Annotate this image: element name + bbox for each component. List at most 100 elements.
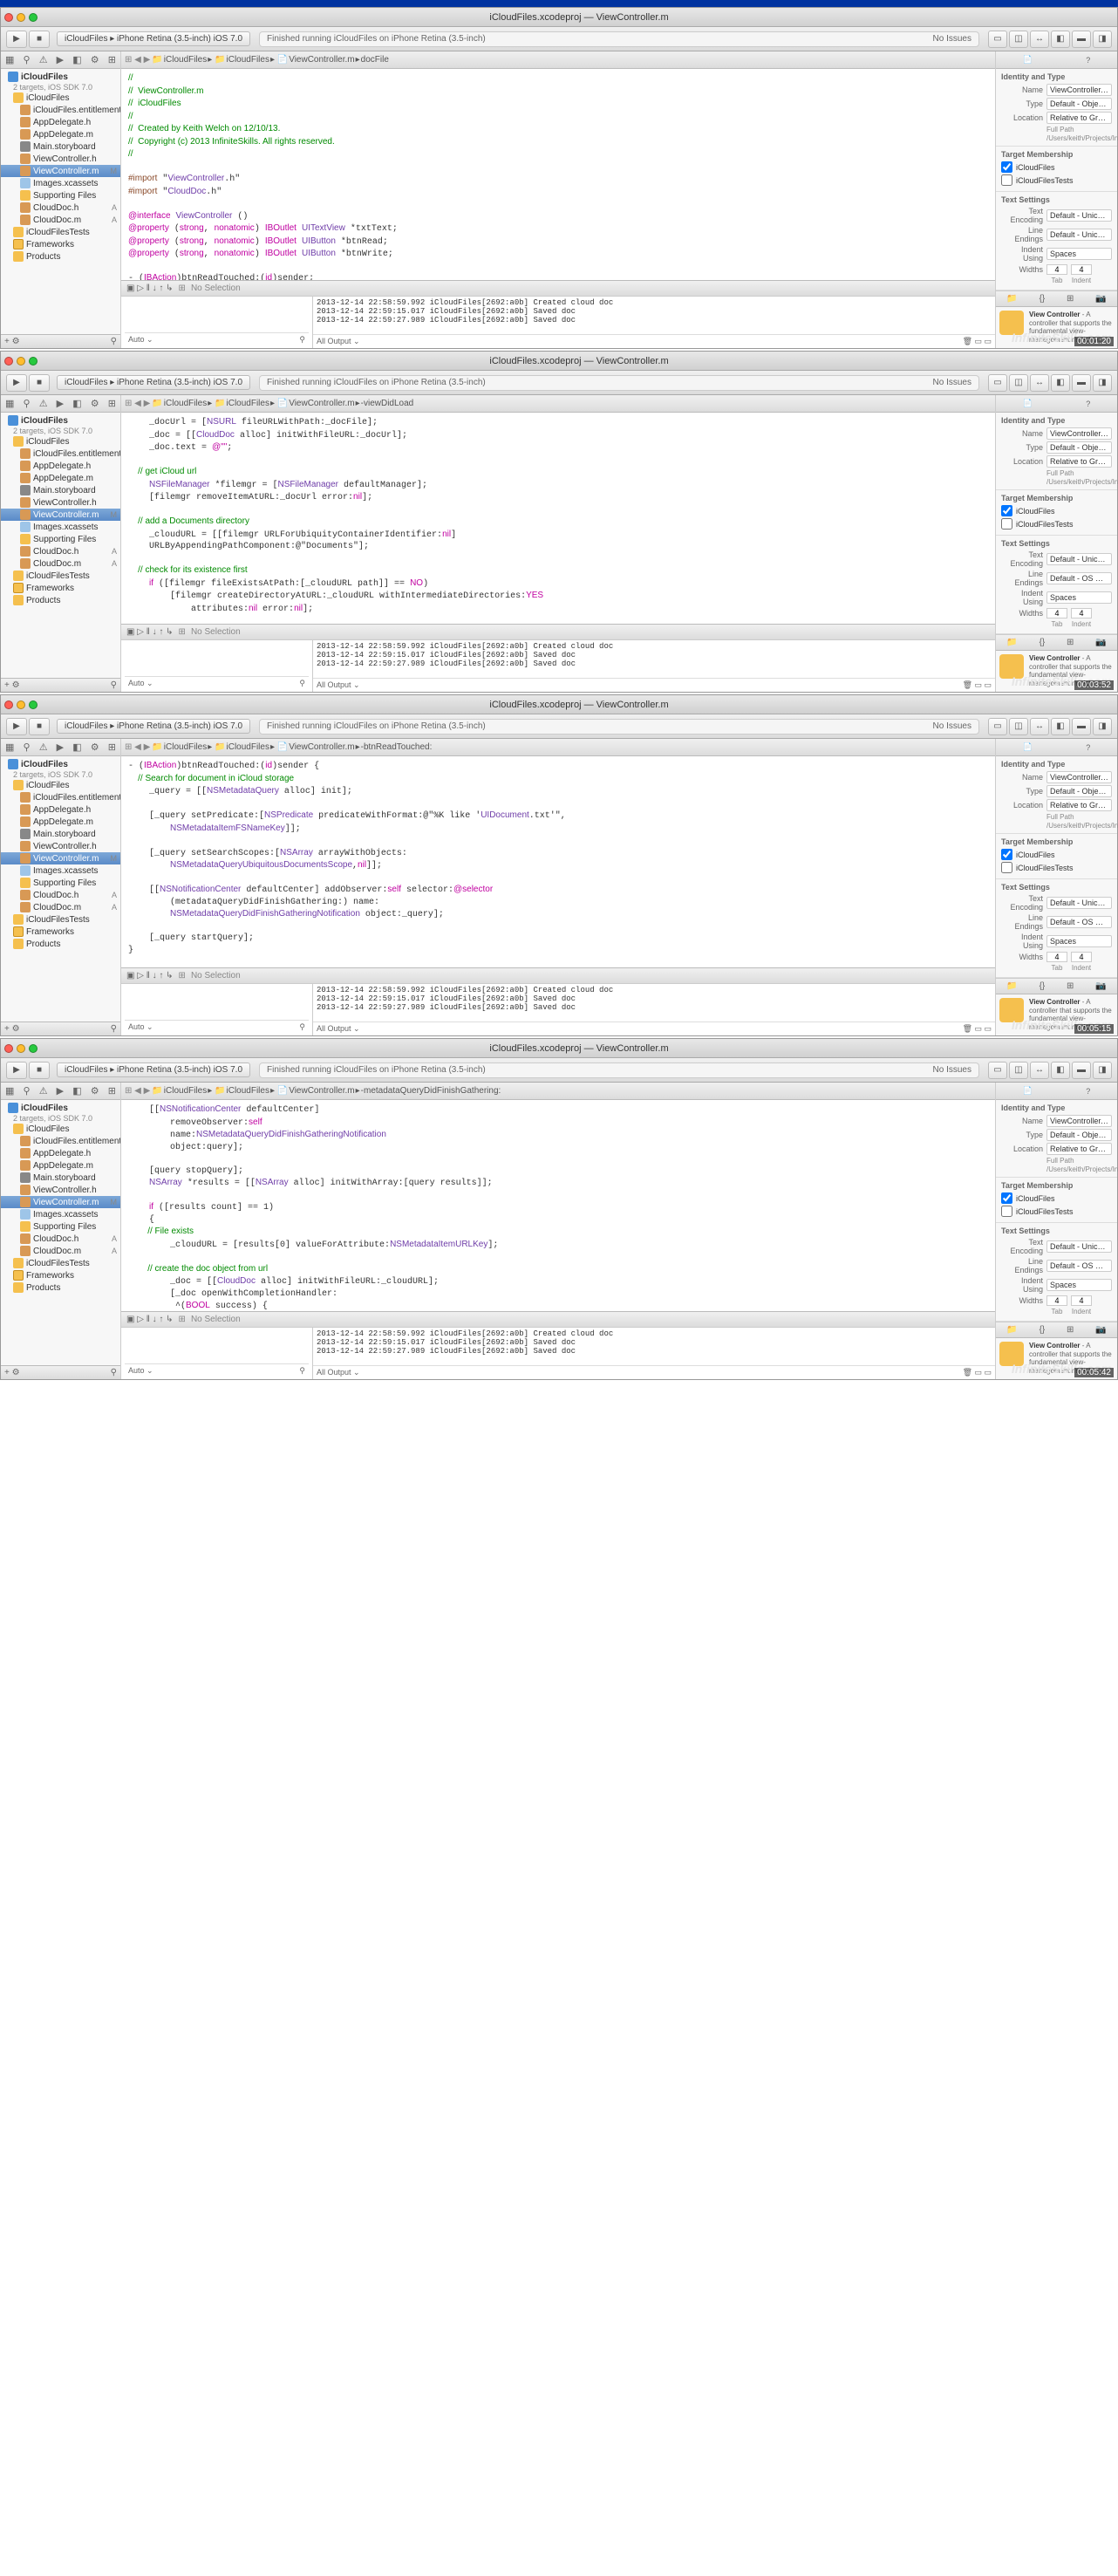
nav-item[interactable]: iCloudFiles: [1, 435, 120, 448]
nav-item[interactable]: AppDelegate.h: [1, 116, 120, 128]
variables-view[interactable]: Auto ⌄⚲: [121, 1328, 313, 1379]
console-output[interactable]: 2013-12-14 22:58:59.992 iCloudFiles[2692…: [313, 297, 995, 334]
jump-bar[interactable]: ⊞ ◀ ▶ 📁 iCloudFiles ▸ 📁 iCloudFiles ▸ 📄 …: [121, 51, 995, 69]
project-item[interactable]: iCloudFiles: [1, 71, 120, 83]
file-inspector-icon[interactable]: 📄: [1023, 399, 1033, 408]
file-inspector-icon[interactable]: 📄: [1023, 55, 1033, 65]
toggle-debug-button[interactable]: ▬: [1072, 31, 1091, 48]
target-checkbox-1[interactable]: iCloudFiles: [1001, 1192, 1112, 1204]
object-library-icon[interactable]: ⊞: [1067, 1325, 1074, 1335]
project-navigator[interactable]: iCloudFiles2 targets, iOS SDK 7.0iCloudF…: [1, 413, 120, 678]
editor-standard-button[interactable]: ▭: [988, 31, 1007, 48]
variables-view[interactable]: Auto ⌄⚲: [121, 640, 313, 692]
run-button[interactable]: ▶: [6, 1062, 27, 1079]
code-editor[interactable]: - (IBAction)btnReadTouched:(id)sender { …: [121, 756, 995, 967]
editor-assistant-button[interactable]: ◫: [1009, 374, 1028, 392]
indent-select[interactable]: Spaces: [1046, 591, 1112, 604]
minimize-icon[interactable]: [17, 13, 25, 22]
toggle-navigator-button[interactable]: ◧: [1051, 374, 1070, 392]
run-button[interactable]: ▶: [6, 31, 27, 48]
help-inspector-icon[interactable]: ?: [1086, 400, 1090, 408]
location-select[interactable]: Relative to Group: [1046, 1143, 1112, 1155]
stop-button[interactable]: ■: [29, 718, 50, 735]
stop-button[interactable]: ■: [29, 374, 50, 392]
editor-version-button[interactable]: ↔: [1030, 374, 1049, 392]
toggle-utilities-button[interactable]: ◨: [1093, 1062, 1112, 1079]
toggle-debug-button[interactable]: ▬: [1072, 374, 1091, 392]
nav-item[interactable]: AppDelegate.h: [1, 803, 120, 816]
nav-item[interactable]: iCloudFiles: [1, 1123, 120, 1135]
toggle-navigator-button[interactable]: ◧: [1051, 718, 1070, 735]
nav-item[interactable]: ViewController.h: [1, 1184, 120, 1196]
code-editor[interactable]: _docUrl = [NSURL fileURLWithPath:_docFil…: [121, 413, 995, 624]
variables-view[interactable]: Auto ⌄⚲: [121, 984, 313, 1035]
zoom-icon[interactable]: [29, 357, 37, 366]
target-checkbox-2[interactable]: iCloudFilesTests: [1001, 862, 1112, 873]
nav-item[interactable]: ViewController.mM: [1, 1196, 120, 1208]
inspector-tabs[interactable]: 📄?: [996, 739, 1117, 756]
nav-item[interactable]: ViewController.h: [1, 840, 120, 852]
navigator-tabs[interactable]: ▦⚲⚠▶◧⚙⊞: [1, 1083, 120, 1100]
file-inspector-icon[interactable]: 📄: [1023, 742, 1033, 752]
encoding-select[interactable]: Default - Unicode (UT…: [1046, 553, 1112, 565]
location-select[interactable]: Relative to Group: [1046, 112, 1112, 124]
debug-bar[interactable]: ▣ ▷ ‖ ↓ ↑ ↳⊞No Selection: [121, 1311, 995, 1327]
nav-item[interactable]: CloudDoc.mA: [1, 214, 120, 226]
indent-width-input[interactable]: [1071, 608, 1092, 618]
editor-version-button[interactable]: ↔: [1030, 1062, 1049, 1079]
nav-item[interactable]: ViewController.h: [1, 153, 120, 165]
console-output[interactable]: 2013-12-14 22:58:59.992 iCloudFiles[2692…: [313, 1328, 995, 1365]
nav-item[interactable]: CloudDoc.hA: [1, 202, 120, 214]
editor-assistant-button[interactable]: ◫: [1009, 31, 1028, 48]
indent-width-input[interactable]: [1071, 264, 1092, 275]
jump-bar[interactable]: ⊞ ◀ ▶ 📁 iCloudFiles ▸ 📁 iCloudFiles ▸ 📄 …: [121, 739, 995, 756]
tab-width-input[interactable]: [1046, 608, 1067, 618]
target-checkbox-1[interactable]: iCloudFiles: [1001, 505, 1112, 516]
nav-item[interactable]: iCloudFiles: [1, 92, 120, 104]
nav-item[interactable]: Supporting Files: [1, 877, 120, 889]
toggle-navigator-button[interactable]: ◧: [1051, 1062, 1070, 1079]
project-nav-icon[interactable]: ▦: [5, 54, 14, 65]
zoom-icon[interactable]: [29, 700, 37, 709]
nav-item[interactable]: Images.xcassets: [1, 1208, 120, 1220]
nav-item[interactable]: CloudDoc.hA: [1, 889, 120, 901]
nav-item[interactable]: Frameworks: [1, 1269, 120, 1281]
nav-item[interactable]: Main.storyboard: [1, 1172, 120, 1184]
editor-version-button[interactable]: ↔: [1030, 31, 1049, 48]
line-endings-select[interactable]: Default - OS X / Unix…: [1046, 1260, 1112, 1272]
file-name-field[interactable]: ViewController.m: [1046, 427, 1112, 440]
nav-item[interactable]: Images.xcassets: [1, 864, 120, 877]
file-type-select[interactable]: Default - Objective-C…: [1046, 785, 1112, 797]
toggle-utilities-button[interactable]: ◨: [1093, 718, 1112, 735]
target-checkbox-2[interactable]: iCloudFilesTests: [1001, 174, 1112, 186]
nav-item[interactable]: CloudDoc.mA: [1, 557, 120, 570]
nav-item[interactable]: AppDelegate.m: [1, 816, 120, 828]
jump-bar[interactable]: ⊞ ◀ ▶ 📁 iCloudFiles ▸ 📁 iCloudFiles ▸ 📄 …: [121, 395, 995, 413]
tab-width-input[interactable]: [1046, 952, 1067, 962]
project-item[interactable]: iCloudFiles: [1, 414, 120, 427]
navigator-tabs[interactable]: ▦⚲⚠▶◧⚙⊞: [1, 739, 120, 756]
project-navigator[interactable]: iCloudFiles2 targets, iOS SDK 7.0iCloudF…: [1, 1100, 120, 1365]
editor-standard-button[interactable]: ▭: [988, 374, 1007, 392]
zoom-icon[interactable]: [29, 1044, 37, 1053]
nav-item[interactable]: CloudDoc.hA: [1, 1233, 120, 1245]
inspector-tabs[interactable]: 📄?: [996, 51, 1117, 69]
nav-item[interactable]: Supporting Files: [1, 533, 120, 545]
project-nav-icon[interactable]: ▦: [5, 398, 14, 409]
file-name-field[interactable]: ViewController.m: [1046, 84, 1112, 96]
variables-view[interactable]: Auto ⌄⚲: [121, 297, 313, 348]
editor-standard-button[interactable]: ▭: [988, 1062, 1007, 1079]
inspector-tabs[interactable]: 📄?: [996, 395, 1117, 413]
scheme-selector[interactable]: iCloudFiles ▸ iPhone Retina (3.5-inch) i…: [57, 31, 250, 46]
nav-item[interactable]: Main.storyboard: [1, 484, 120, 496]
nav-item[interactable]: Frameworks: [1, 238, 120, 250]
nav-item[interactable]: Frameworks: [1, 926, 120, 938]
nav-item[interactable]: AppDelegate.m: [1, 128, 120, 140]
file-type-select[interactable]: Default - Objective-C…: [1046, 441, 1112, 454]
indent-width-input[interactable]: [1071, 1295, 1092, 1306]
project-navigator[interactable]: iCloudFiles2 targets, iOS SDK 7.0iCloudF…: [1, 69, 120, 334]
editor-assistant-button[interactable]: ◫: [1009, 718, 1028, 735]
nav-item[interactable]: iCloudFiles: [1, 779, 120, 791]
file-type-select[interactable]: Default - Objective-C…: [1046, 98, 1112, 110]
nav-item[interactable]: CloudDoc.hA: [1, 545, 120, 557]
